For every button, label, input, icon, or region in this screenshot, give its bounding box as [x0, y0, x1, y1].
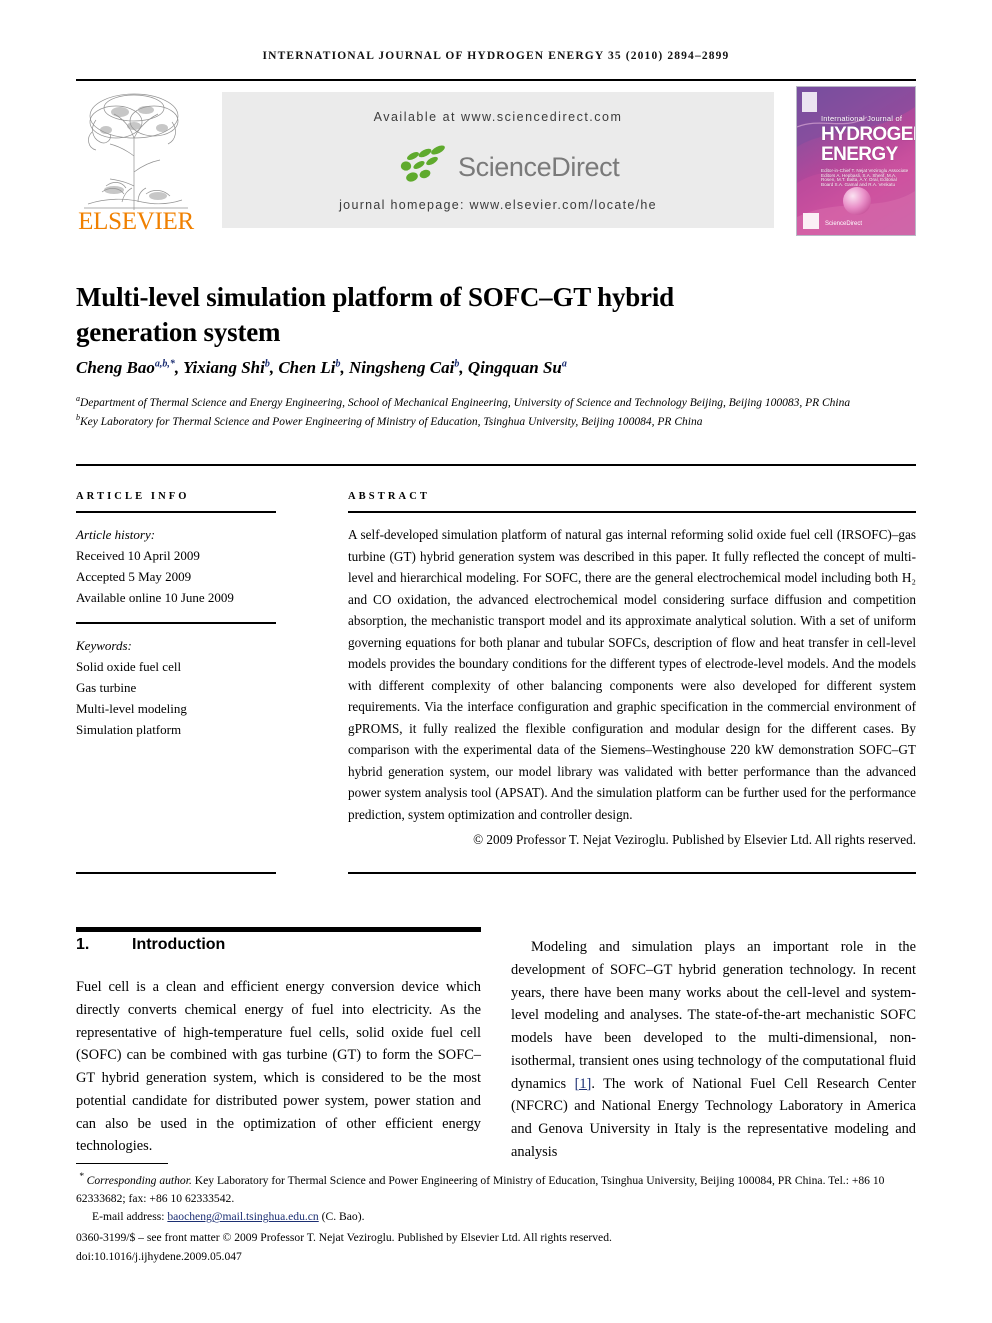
affiliation-b: bKey Laboratory for Thermal Science and …	[76, 412, 703, 428]
cover-title-line2: ENERGY	[821, 144, 898, 165]
article-info-column: ARTICLE INFO Article history: Received 1…	[76, 491, 276, 740]
elsevier-tree-icon	[84, 93, 188, 210]
article-info-rule	[76, 511, 276, 513]
section-number: 1.	[76, 936, 90, 953]
body-column-left: 1. Introduction Fuel cell is a clean and …	[76, 936, 481, 1158]
cover-publisher-mark	[802, 92, 817, 112]
keyword-1: Gas turbine	[76, 680, 137, 696]
abstract-copyright: © 2009 Professor T. Nejat Veziroglu. Pub…	[473, 832, 916, 848]
elsevier-logo: ELSEVIER	[76, 86, 196, 236]
intro-paragraph-right: Modeling and simulation plays an importa…	[511, 936, 916, 1164]
author-1-affil-marker: b	[264, 358, 270, 370]
article-info-heading: ARTICLE INFO	[76, 491, 190, 502]
masthead: ELSEVIER Available at www.sciencedirect.…	[76, 86, 916, 236]
keyword-3: Simulation platform	[76, 722, 182, 738]
author-2-affil-marker: b	[335, 358, 341, 370]
running-head: INTERNATIONAL JOURNAL OF HYDROGEN ENERGY…	[262, 50, 730, 62]
author-0-affil-marker: a,b,*	[154, 358, 175, 370]
journal-cover-thumbnail: International Journal of HYDROGEN ENERGY…	[796, 86, 916, 236]
keyword-2: Multi-level modeling	[76, 701, 187, 717]
author-3: Ningsheng Caib	[348, 358, 460, 377]
footnote-rule	[76, 1163, 168, 1164]
sciencedirect-wordmark: ScienceDirect	[458, 152, 620, 182]
history-received: Received 10 April 2009	[76, 548, 200, 564]
author-4-affil-marker: a	[561, 358, 567, 370]
keywords-rule	[76, 622, 276, 625]
body-column-right: Modeling and simulation plays an importa…	[511, 936, 916, 1164]
page-title: Multi-level simulation platform of SOFC–…	[76, 282, 674, 347]
article-info-close-rule	[76, 872, 276, 874]
top-rule	[76, 79, 916, 81]
introduction-bar	[76, 927, 481, 932]
author-3-affil-marker: b	[454, 358, 460, 370]
citation-link-1[interactable]: [1]	[575, 1076, 592, 1092]
author-0: Cheng Baoa,b,*	[76, 358, 175, 377]
intro-right-part1: Modeling and simulation plays an importa…	[511, 939, 916, 1092]
author-4: Qingquan Sua	[467, 358, 567, 377]
header-divider-rule	[76, 464, 916, 466]
email-link[interactable]: baocheng@mail.tsinghua.edu.cn	[167, 1210, 318, 1223]
email-note: E-mail address: baocheng@mail.tsinghua.e…	[76, 1208, 916, 1226]
history-online: Available online 10 June 2009	[76, 590, 234, 606]
available-at-text: Available at www.sciencedirect.com	[373, 110, 623, 124]
email-suffix: (C. Bao).	[321, 1210, 365, 1224]
issn-line: 0360-3199/$ – see front matter © 2009 Pr…	[76, 1231, 612, 1245]
keywords-block: Keywords: Solid oxide fuel cell Gas turb…	[76, 635, 276, 740]
intro-paragraph-left: Fuel cell is a clean and efficient energ…	[76, 979, 481, 1155]
doi-line: doi:10.1016/j.ijhydene.2009.05.047	[76, 1249, 242, 1263]
author-2: Chen Lib	[278, 358, 341, 377]
abstract-column: ABSTRACT A self-developed simulation pla…	[348, 491, 916, 848]
abstract-close-rule	[348, 872, 916, 874]
keyword-0: Solid oxide fuel cell	[76, 659, 182, 675]
corresponding-marker: *	[78, 1171, 84, 1182]
footnote-block: * Corresponding author. Key Laboratory f…	[76, 1169, 916, 1266]
email-label: E-mail address:	[92, 1210, 165, 1224]
cover-sphere-graphic	[843, 187, 871, 215]
history-accepted: Accepted 5 May 2009	[76, 569, 192, 585]
section-heading-introduction: 1. Introduction	[76, 936, 481, 954]
sciencedirect-logo: ScienceDirect	[222, 144, 774, 192]
cover-editors: Editor-in-Chief T. Nejat Veziroglu Assoc…	[821, 168, 909, 187]
paper-page: INTERNATIONAL JOURNAL OF HYDROGEN ENERGY…	[0, 0, 992, 1323]
cover-kicker: International Journal of	[821, 114, 903, 123]
cover-badge-mark	[803, 213, 819, 229]
sciencedirect-leaves-icon	[400, 145, 445, 182]
cover-sciencedirect-label: ScienceDirect	[825, 221, 863, 227]
article-history: Article history: Received 10 April 2009 …	[76, 524, 276, 608]
article-history-label: Article history:	[76, 527, 156, 542]
author-1: Yixiang Shib	[183, 358, 270, 377]
affiliation-a: aDepartment of Thermal Science and Energ…	[76, 394, 851, 409]
corresponding-author-note: * Corresponding author. Key Laboratory f…	[76, 1171, 885, 1206]
journal-homepage-text: journal homepage: www.elsevier.com/locat…	[339, 198, 657, 212]
author-list: Cheng Baoa,b,*, Yixiang Shib, Chen Lib, …	[76, 358, 567, 377]
sciencedirect-banner: Available at www.sciencedirect.com Scien…	[222, 92, 774, 228]
abstract-rule	[348, 511, 916, 513]
abstract-text: A self-developed simulation platform of …	[348, 527, 916, 822]
abstract-heading: ABSTRACT	[348, 491, 430, 502]
cover-title-line1: HYDROGEN	[821, 124, 916, 145]
keywords-label: Keywords:	[76, 638, 132, 654]
section-title: Introduction	[132, 936, 226, 953]
elsevier-wordmark: ELSEVIER	[78, 208, 194, 235]
affiliation-list: aDepartment of Thermal Science and Energ…	[76, 393, 916, 431]
